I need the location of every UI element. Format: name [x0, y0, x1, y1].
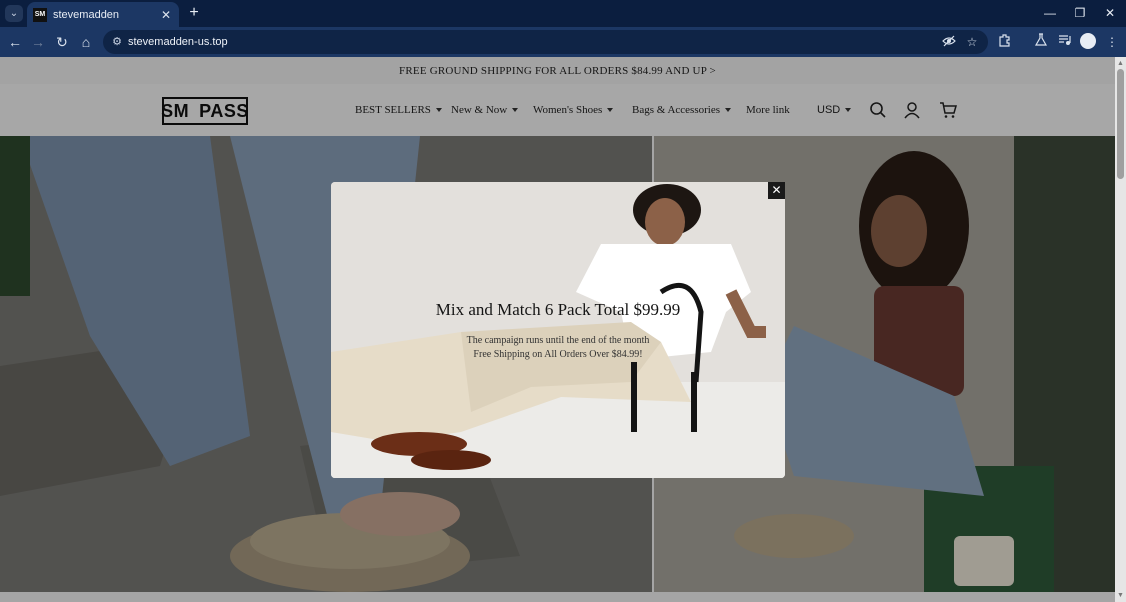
address-bar[interactable]: ⚙ stevemadden-us.top ☆	[103, 30, 988, 54]
minimize-icon[interactable]: —	[1040, 4, 1060, 22]
promo-subtitle-campaign: The campaign runs until the end of the m…	[466, 335, 650, 346]
reload-icon[interactable]: ↻	[53, 33, 71, 51]
promo-title: Mix and Match 6 Pack Total $99.99	[435, 300, 681, 319]
tab-title: stevemadden	[53, 8, 120, 21]
profile-avatar-icon[interactable]	[1080, 33, 1096, 49]
browser-menu-icon[interactable]: ⋮	[1103, 33, 1121, 51]
promo-subtitle-shipping: Free Shipping on All Orders Over $84.99!	[473, 349, 643, 360]
url-text[interactable]: stevemadden-us.top	[128, 34, 228, 50]
eye-off-icon[interactable]	[941, 34, 957, 50]
home-icon[interactable]: ⌂	[77, 33, 95, 51]
restore-icon[interactable]: ❐	[1070, 4, 1090, 22]
tab-search-chevron-icon[interactable]: ⌄	[5, 5, 23, 22]
site-info-icon[interactable]: ⚙	[109, 34, 125, 50]
scroll-down-icon[interactable]: ▼	[1116, 591, 1125, 600]
browser-tabstrip: ⌄ SM stevemadden ✕ + — ❐ ✕	[0, 0, 1126, 27]
browser-toolbar: ← → ↻ ⌂ ⚙ stevemadden-us.top ☆ ⋮	[0, 27, 1126, 57]
modal-close-button[interactable]: ✕	[768, 182, 785, 199]
extensions-icon[interactable]	[996, 33, 1014, 51]
scrollbar-thumb[interactable]	[1117, 69, 1124, 179]
browser-tab[interactable]: SM stevemadden ✕	[27, 2, 179, 27]
tab-close-icon[interactable]: ✕	[159, 8, 173, 22]
bookmark-star-icon[interactable]: ☆	[964, 34, 980, 50]
scroll-up-icon[interactable]: ▲	[1116, 59, 1125, 68]
media-queue-icon[interactable]	[1056, 33, 1074, 51]
promo-modal[interactable]: Mix and Match 6 Pack Total $99.99 The ca…	[331, 182, 785, 478]
forward-icon[interactable]: →	[29, 33, 47, 51]
labs-flask-icon[interactable]	[1032, 33, 1050, 51]
page-scrollbar[interactable]: ▲ ▼	[1115, 57, 1126, 602]
modal-background-image	[331, 182, 785, 478]
window-close-icon[interactable]: ✕	[1100, 4, 1120, 22]
page-viewport: FREE GROUND SHIPPING FOR ALL ORDERS $84.…	[0, 57, 1115, 602]
new-tab-button[interactable]: +	[186, 4, 202, 22]
tab-favicon: SM	[33, 7, 47, 22]
back-icon[interactable]: ←	[6, 33, 24, 51]
